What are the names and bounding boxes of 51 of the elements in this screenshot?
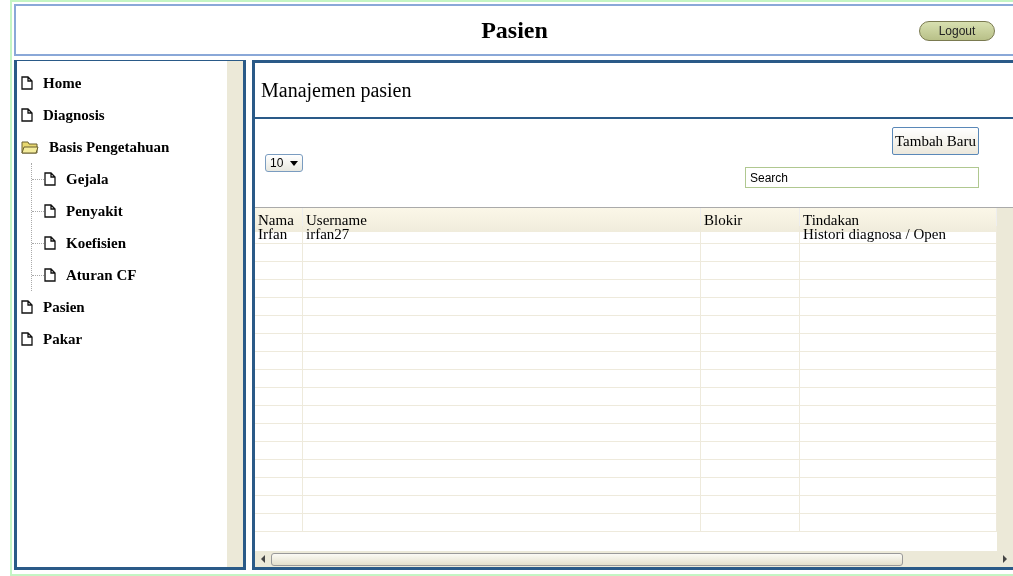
empty-cell [255,370,303,388]
empty-cell [255,388,303,406]
table-cell: irfan27 [303,226,701,244]
scrollbar[interactable] [227,61,243,567]
nav-item[interactable]: Home [21,67,227,99]
document-icon [44,172,56,186]
empty-cell [255,514,303,532]
logout-button[interactable]: Logout [919,21,995,41]
empty-cell [255,460,303,478]
nav-item[interactable]: Basis Pengetahuan [21,131,227,163]
empty-cell [255,262,303,280]
empty-cell [255,406,303,424]
column-header[interactable]: Blokir [701,208,800,232]
document-icon [21,108,33,122]
document-icon [44,268,56,282]
search-field[interactable]: Search [745,167,979,188]
empty-cell [255,442,303,460]
empty-cell [255,244,303,262]
scrollbar[interactable] [997,208,1013,551]
section-title: Manajemen pasien [261,78,412,102]
empty-cell [255,352,303,370]
empty-cell [255,496,303,514]
scroll-right-icon[interactable] [1001,555,1009,563]
nav-item[interactable]: Koefisien [44,227,126,259]
table-cell: Histori diagnosa / Open [800,226,997,244]
empty-cell [255,298,303,316]
page-size-select[interactable]: 10 [265,154,303,172]
document-icon [44,236,56,250]
empty-cell [255,334,303,352]
document-icon [44,204,56,218]
add-new-button[interactable]: Tambah Baru [892,127,979,155]
table-cell: Irfan [255,226,303,244]
nav-item[interactable]: Diagnosis [21,99,227,131]
horizontal-scrollbar[interactable] [255,551,1013,567]
nav-item[interactable]: Gejala [44,163,109,195]
empty-cell [255,280,303,298]
nav-item[interactable]: Pakar [21,323,227,355]
document-icon [21,332,33,346]
scrollbar-thumb[interactable] [271,552,903,566]
nav-item[interactable]: Penyakit [44,195,123,227]
page-title: Pasien [481,16,548,44]
document-icon [21,76,33,90]
caret-icon [290,160,298,166]
open-folder-icon [21,140,39,154]
empty-cell [255,478,303,496]
nav-item[interactable]: Pasien [21,291,227,323]
scroll-left-icon[interactable] [259,555,267,563]
empty-cell [255,316,303,334]
empty-cell [255,424,303,442]
document-icon [21,300,33,314]
nav-item[interactable]: Aturan CF [44,259,137,291]
